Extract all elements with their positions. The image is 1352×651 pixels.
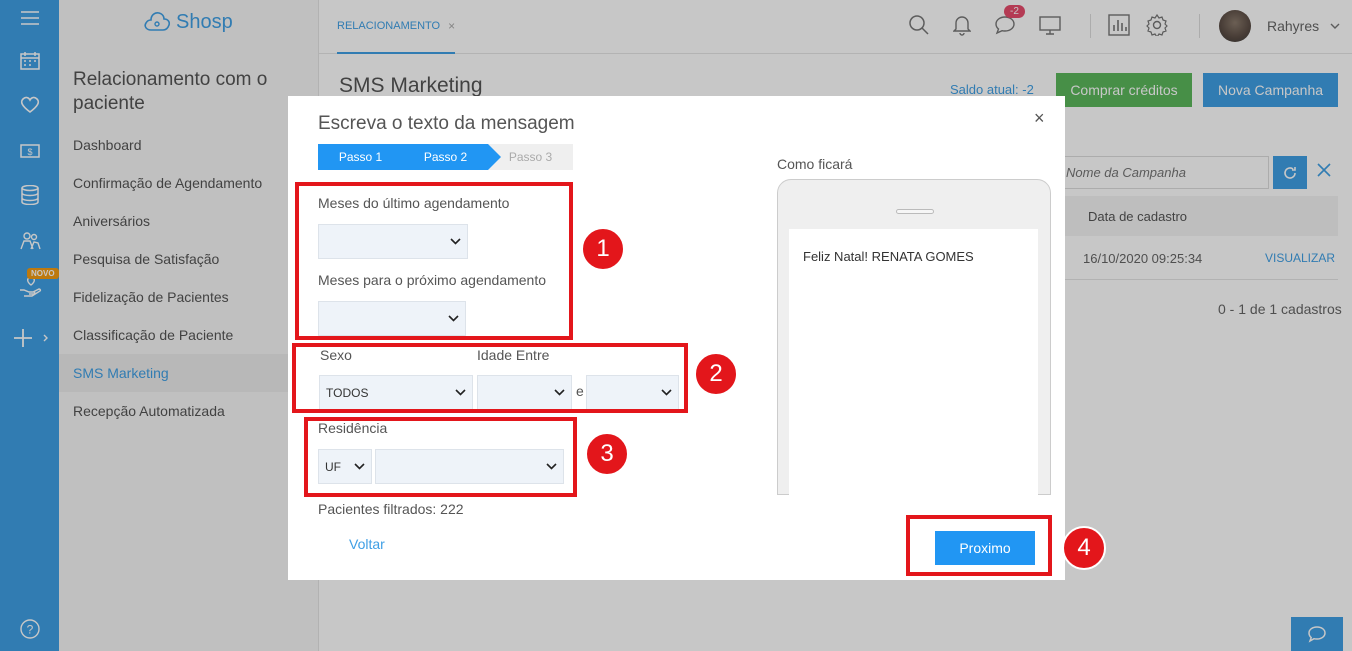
preview-message: Feliz Natal! RENATA GOMES [803,249,974,264]
step-2[interactable]: Passo 2 [403,144,501,170]
annotation-number-4: 4 [1062,526,1106,570]
back-link[interactable]: Voltar [349,536,385,552]
close-icon[interactable]: × [1034,108,1045,129]
phone-screen: Feliz Natal! RENATA GOMES [789,229,1038,495]
modal-title: Escreva o texto da mensagem [318,113,575,134]
phone-speaker [896,209,934,214]
filtered-patients-count: 222 [440,501,464,517]
step-indicator: Passo 1 Passo 2 Passo 3 [318,144,573,170]
annotation-number-2: 2 [694,352,738,396]
filtered-patients: Pacientes filtrados: 222 [318,501,464,517]
annotation-number-1: 1 [581,227,625,271]
step-1[interactable]: Passo 1 [318,144,403,170]
annotation-box-4 [906,515,1052,576]
annotation-box-3 [304,417,577,497]
preview-label: Como ficará [777,156,853,172]
annotation-number-3: 3 [585,432,629,476]
filtered-patients-label: Pacientes filtrados: [318,501,441,517]
annotation-box-2 [292,343,688,413]
phone-preview: Feliz Natal! RENATA GOMES [777,179,1051,495]
annotation-box-1 [295,182,573,340]
